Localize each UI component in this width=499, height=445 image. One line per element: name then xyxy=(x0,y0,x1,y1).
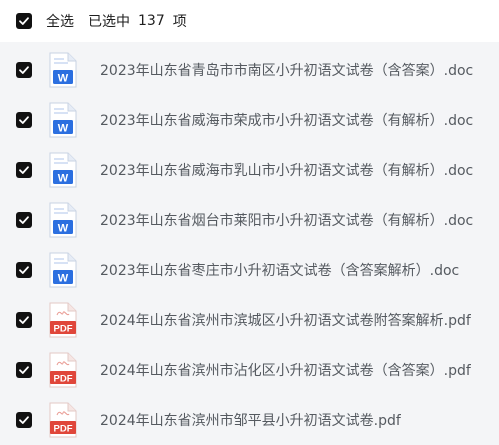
selected-label: 已选中 xyxy=(88,14,130,30)
file-checkbox[interactable] xyxy=(16,312,32,328)
file-name[interactable]: 2024年山东省滨州市邹平县小升初语文试卷.pdf xyxy=(100,410,401,430)
file-checkbox[interactable] xyxy=(16,362,32,378)
pdf-icon: PDF xyxy=(48,402,78,438)
select-all-label[interactable]: 全选 xyxy=(46,11,74,31)
file-checkbox[interactable] xyxy=(16,162,32,178)
file-name[interactable]: 2024年山东省滨州市沾化区小升初语文试卷（含答案）.pdf xyxy=(100,360,471,380)
select-all-checkbox[interactable] xyxy=(16,13,32,29)
file-checkbox[interactable] xyxy=(16,412,32,428)
file-row[interactable]: W 2023年山东省威海市荣成市小升初语文试卷（有解析）.doc xyxy=(0,95,499,145)
file-checkbox[interactable] xyxy=(16,262,32,278)
file-row[interactable]: W 2023年山东省青岛市市南区小升初语文试卷（含答案）.doc xyxy=(0,45,499,95)
file-name[interactable]: 2024年山东省滨州市滨城区小升初语文试卷附答案解析.pdf xyxy=(100,310,471,330)
pdf-icon: PDF xyxy=(48,302,78,338)
word-doc-icon: W xyxy=(48,252,78,288)
checkmark-icon xyxy=(19,17,29,25)
file-name[interactable]: 2023年山东省青岛市市南区小升初语文试卷（含答案）.doc xyxy=(100,60,473,80)
file-name[interactable]: 2023年山东省威海市荣成市小升初语文试卷（有解析）.doc xyxy=(100,110,473,130)
file-name[interactable]: 2023年山东省威海市乳山市小升初语文试卷（有解析）.doc xyxy=(100,160,473,180)
svg-text:W: W xyxy=(58,123,69,135)
file-checkbox[interactable] xyxy=(16,212,32,228)
checkmark-icon xyxy=(19,266,29,274)
svg-text:PDF: PDF xyxy=(54,424,73,435)
checkmark-icon xyxy=(19,216,29,224)
file-name[interactable]: 2023年山东省烟台市莱阳市小升初语文试卷（有解析）.doc xyxy=(100,210,473,230)
file-row[interactable]: W 2023年山东省威海市乳山市小升初语文试卷（有解析）.doc xyxy=(0,145,499,195)
file-checkbox[interactable] xyxy=(16,112,32,128)
svg-text:PDF: PDF xyxy=(54,374,73,385)
file-row[interactable]: PDF 2024年山东省滨州市沾化区小升初语文试卷（含答案）.pdf xyxy=(0,345,499,395)
checkmark-icon xyxy=(19,116,29,124)
selected-count: 137 xyxy=(138,13,165,29)
word-doc-icon: W xyxy=(48,52,78,88)
checkmark-icon xyxy=(19,66,29,74)
file-checkbox[interactable] xyxy=(16,62,32,78)
svg-text:PDF: PDF xyxy=(54,324,73,335)
file-list: W 2023年山东省青岛市市南区小升初语文试卷（含答案）.doc W 2023年山东省… xyxy=(0,42,499,445)
selection-header: 全选 已选中 137 项 xyxy=(0,0,499,42)
word-doc-icon: W xyxy=(48,102,78,138)
file-row[interactable]: W 2023年山东省烟台市莱阳市小升初语文试卷（有解析）.doc xyxy=(0,195,499,245)
svg-text:W: W xyxy=(58,73,69,85)
word-doc-icon: W xyxy=(48,202,78,238)
checkmark-icon xyxy=(19,166,29,174)
checkmark-icon xyxy=(19,366,29,374)
file-row[interactable]: PDF 2024年山东省滨州市邹平县小升初语文试卷.pdf xyxy=(0,395,499,445)
checkmark-icon xyxy=(19,316,29,324)
selected-unit: 项 xyxy=(172,14,187,30)
word-doc-icon: W xyxy=(48,152,78,188)
svg-text:W: W xyxy=(58,173,69,185)
file-row[interactable]: W 2023年山东省枣庄市小升初语文试卷（含答案解析）.doc xyxy=(0,245,499,295)
file-name[interactable]: 2023年山东省枣庄市小升初语文试卷（含答案解析）.doc xyxy=(100,260,459,280)
pdf-icon: PDF xyxy=(48,352,78,388)
checkmark-icon xyxy=(19,416,29,424)
svg-text:W: W xyxy=(58,223,69,235)
file-row[interactable]: PDF 2024年山东省滨州市滨城区小升初语文试卷附答案解析.pdf xyxy=(0,295,499,345)
svg-text:W: W xyxy=(58,273,69,285)
